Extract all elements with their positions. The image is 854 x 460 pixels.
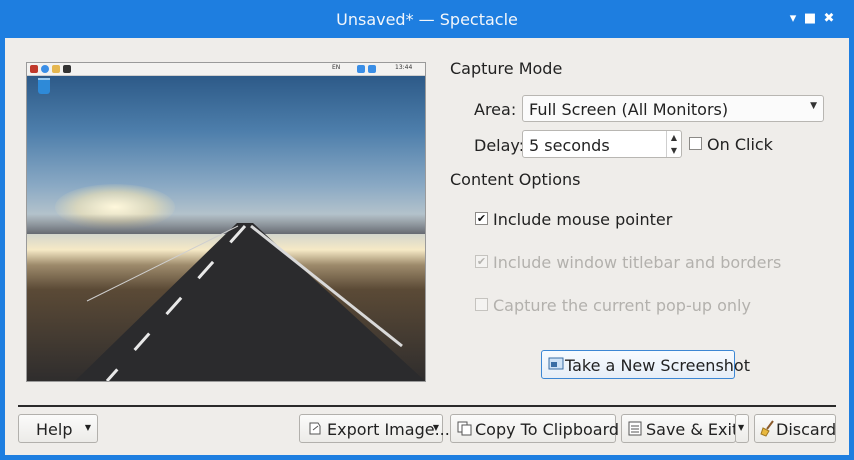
delay-spinbox[interactable]: 5 seconds ▲ ▼ — [522, 130, 682, 158]
road-graphic — [75, 223, 425, 381]
take-screenshot-button[interactable]: Take a New Screenshot — [541, 350, 750, 379]
help-button[interactable]: Help ▼ — [18, 414, 98, 443]
screenshot-preview[interactable]: EN 13:44 — [26, 62, 426, 382]
client-area: EN 13:44 Capture Mode Area: Full Screen … — [5, 38, 849, 455]
popup-only-checkbox — [475, 298, 488, 311]
clipboard-icon — [457, 421, 472, 436]
spectacle-window: Unsaved* — Spectacle ▾ ■ ✖ EN 13:44 Capt… — [0, 0, 854, 460]
export-image-button[interactable]: Export Image... ▼ — [299, 414, 450, 443]
preview-panel: EN 13:44 — [27, 63, 425, 76]
delay-value: 5 seconds — [529, 136, 610, 155]
popup-only-label: Capture the current pop-up only — [493, 296, 751, 315]
spin-down-icon[interactable]: ▼ — [666, 144, 681, 157]
preview-clock: 13:44 — [395, 64, 413, 71]
content-options-heading: Content Options — [450, 170, 581, 189]
spin-up-icon[interactable]: ▲ — [666, 131, 681, 144]
trash-icon[interactable] — [38, 78, 50, 94]
folder-icon — [52, 65, 60, 73]
save-exit-label: Save & Exit — [646, 420, 739, 439]
chevron-down-icon: ▼ — [738, 423, 745, 432]
discard-label: Discard — [776, 420, 837, 439]
on-click-label[interactable]: On Click — [707, 135, 773, 154]
globe-icon — [41, 65, 49, 73]
minimize-icon[interactable]: ▾ — [786, 12, 800, 26]
copy-label: Copy To Clipboard — [475, 420, 620, 439]
chevron-down-icon: ▼ — [84, 423, 91, 432]
area-value: Full Screen (All Monitors) — [529, 100, 729, 119]
maximize-icon[interactable]: ■ — [803, 12, 817, 26]
help-label: Help — [36, 420, 73, 439]
mouse-pointer-label[interactable]: Include mouse pointer — [493, 210, 672, 229]
separator — [18, 405, 836, 407]
raspberry-icon — [30, 65, 38, 73]
chevron-down-icon: ▼ — [810, 101, 817, 111]
network-icon — [357, 65, 365, 73]
discard-button[interactable]: Discard — [754, 414, 836, 443]
save-icon — [628, 421, 642, 436]
copy-clipboard-button[interactable]: Copy To Clipboard — [450, 414, 620, 443]
preview-lang: EN — [332, 64, 341, 71]
volume-icon — [368, 65, 376, 73]
on-click-checkbox[interactable] — [689, 137, 702, 150]
export-icon — [309, 422, 321, 435]
titlebar[interactable]: Unsaved* — Spectacle ▾ ■ ✖ — [0, 0, 854, 38]
area-combobox[interactable]: Full Screen (All Monitors) ▼ — [522, 95, 824, 122]
close-icon[interactable]: ✖ — [822, 12, 836, 26]
wallpaper — [27, 76, 425, 381]
titlebar-borders-checkbox: ✔ — [475, 255, 488, 268]
take-screenshot-label: Take a New Screenshot — [565, 356, 750, 375]
save-menu-button[interactable]: ▼ — [735, 414, 749, 443]
save-exit-button[interactable]: Save & Exit — [621, 414, 739, 443]
titlebar-borders-label: Include window titlebar and borders — [493, 253, 782, 272]
screenshot-icon — [548, 357, 564, 370]
window-title: Unsaved* — Spectacle — [336, 10, 518, 29]
delay-label: Delay: — [474, 136, 525, 155]
chevron-down-icon: ▼ — [432, 423, 439, 432]
export-label: Export Image... — [327, 420, 450, 439]
terminal-icon — [63, 65, 71, 73]
area-label: Area: — [474, 100, 517, 119]
mouse-pointer-checkbox[interactable]: ✔ — [475, 212, 488, 225]
capture-mode-heading: Capture Mode — [450, 59, 563, 78]
broom-icon — [760, 420, 774, 437]
